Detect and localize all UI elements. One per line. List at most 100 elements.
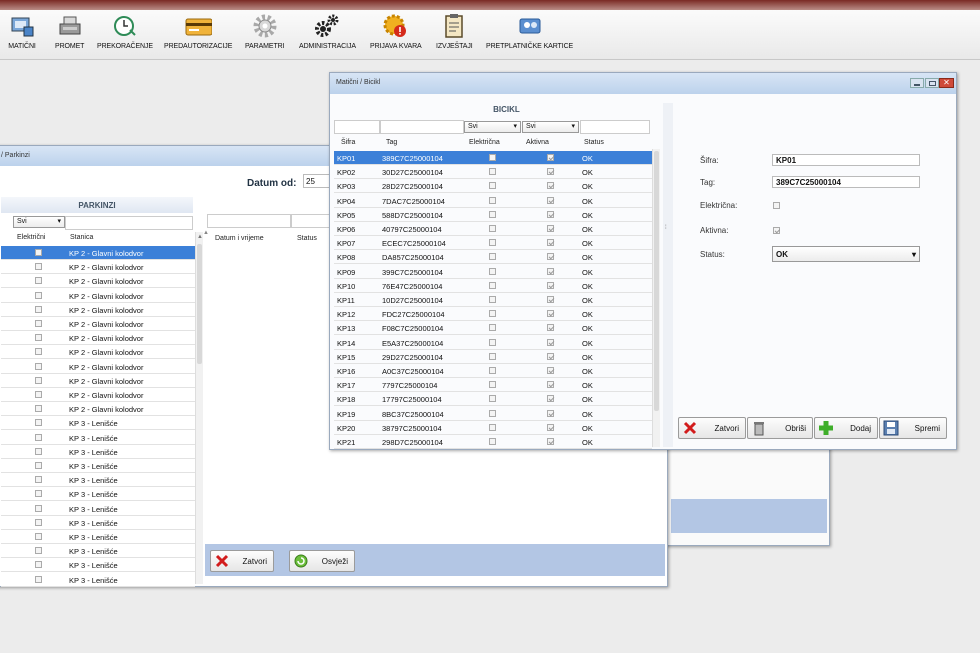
elektricni-checkbox[interactable]	[35, 547, 42, 555]
table-row[interactable]: KP 3 - Lenišće	[1, 431, 195, 445]
aktivna-checkbox[interactable]	[547, 409, 554, 417]
minimize-button[interactable]	[910, 78, 924, 88]
aktivna-checkbox[interactable]	[547, 210, 554, 218]
elektricna-checkbox[interactable]	[489, 324, 496, 332]
column-header-datum-vrijeme[interactable]: Datum i vrijeme	[215, 235, 264, 242]
aktivna-checkbox[interactable]	[547, 381, 554, 389]
elektricni-checkbox[interactable]	[35, 518, 42, 526]
aktivna-checkbox[interactable]	[547, 239, 554, 247]
elektricni-checkbox[interactable]	[35, 362, 42, 370]
elektricni-checkbox[interactable]	[35, 504, 42, 512]
elektricna-checkbox[interactable]	[489, 395, 496, 403]
elektricna-checkbox[interactable]	[489, 352, 496, 360]
table-row[interactable]: KP08 DA857C25000104 OK	[334, 250, 652, 265]
aktivna-checkbox[interactable]	[547, 395, 554, 403]
table-row[interactable]: KP 2 - Glavni kolodvor	[1, 246, 195, 260]
toolbar-prekoracenje[interactable]: PREKORAČENJE	[97, 13, 153, 50]
sifra-filter-input[interactable]	[334, 120, 380, 134]
toolbar-parametri[interactable]: PARAMETRI	[245, 13, 285, 50]
date-filter-input[interactable]	[207, 214, 291, 228]
table-row[interactable]: KP 3 - Lenišće	[1, 502, 195, 516]
table-row[interactable]: KP 3 - Lenišće	[1, 473, 195, 488]
elektricna-filter-select[interactable]: Svi ▾	[464, 121, 521, 133]
elektricni-checkbox[interactable]	[35, 391, 42, 398]
toolbar-promet[interactable]: PROMET	[55, 13, 84, 50]
column-header-tag[interactable]: Tag	[386, 139, 397, 146]
table-row[interactable]: KP 2 - Glavni kolodvor	[1, 388, 195, 402]
table-row[interactable]: KP12 FDC27C25000104 OK	[334, 307, 652, 322]
table-row[interactable]: KP 2 - Glavni kolodvor	[1, 317, 195, 331]
elektricna-checkbox[interactable]	[489, 168, 496, 176]
table-row[interactable]: KP 2 - Glavni kolodvor	[1, 303, 195, 317]
elektricna-checkbox[interactable]	[489, 182, 496, 190]
aktivna-checkbox[interactable]	[547, 324, 554, 332]
aktivna-checkbox[interactable]	[547, 281, 554, 289]
aktivna-filter-select[interactable]: Svi ▾	[522, 121, 579, 133]
table-row[interactable]: KP 3 - Lenišće	[1, 487, 195, 502]
aktivna-checkbox[interactable]	[547, 154, 554, 161]
aktivna-checkbox[interactable]	[547, 196, 554, 204]
table-row[interactable]: KP13 F08C7C25000104 OK	[334, 321, 652, 336]
table-row[interactable]: KP02 30D27C25000104 OK	[334, 165, 652, 180]
column-header-sifra[interactable]: Šifra	[341, 139, 355, 146]
table-row[interactable]: KP 3 - Lenišće	[1, 516, 195, 530]
toolbar-predautorizacije[interactable]: PREDAUTORIZACIJE	[164, 13, 232, 50]
elektricna-checkbox[interactable]	[489, 338, 496, 346]
table-row[interactable]: KP11 10D27C25000104 OK	[334, 293, 652, 307]
aktivna-checkbox[interactable]	[547, 438, 554, 445]
aktivna-checkbox[interactable]	[547, 296, 554, 303]
elektricna-checkbox[interactable]	[489, 310, 496, 318]
elektricni-checkbox[interactable]	[35, 433, 42, 441]
elektricna-checkbox[interactable]	[489, 409, 496, 417]
elektricna-checkbox[interactable]	[489, 423, 496, 431]
elektricni-checkbox[interactable]	[35, 348, 42, 356]
table-row[interactable]: KP 3 - Lenišće	[1, 573, 195, 587]
column-header-elektricna[interactable]: Električna	[469, 139, 500, 146]
aktivna-checkbox[interactable]	[547, 367, 554, 374]
elektricni-checkbox[interactable]	[35, 561, 42, 569]
elektricni-checkbox[interactable]	[35, 291, 42, 299]
splitter[interactable]: ⁞	[663, 103, 673, 447]
elektricni-checkbox[interactable]	[35, 490, 42, 498]
table-row[interactable]: KP 2 - Glavni kolodvor	[1, 402, 195, 417]
table-row[interactable]: KP 2 - Glavni kolodvor	[1, 360, 195, 374]
table-row[interactable]: KP 3 - Lenišće	[1, 544, 195, 559]
elektricna-checkbox[interactable]	[489, 267, 496, 275]
maximize-button[interactable]	[925, 78, 939, 88]
aktivna-checkbox[interactable]	[547, 338, 554, 346]
elektricni-checkbox[interactable]	[35, 263, 42, 271]
window-close-button[interactable]: ✕	[939, 78, 954, 88]
toolbar-administracija[interactable]: ADMINISTRACIJA	[299, 13, 356, 50]
table-row[interactable]: KP 2 - Glavni kolodvor	[1, 289, 195, 303]
elektricna-checkbox[interactable]	[489, 438, 496, 445]
elektricni-checkbox[interactable]	[35, 419, 42, 427]
toolbar-pretplatnicke-kartice[interactable]: PRETPLATNIČKE KARTICE	[486, 13, 573, 50]
table-row[interactable]: KP07 ECEC7C25000104 OK	[334, 236, 652, 251]
elektricna-checkbox[interactable]	[489, 239, 496, 247]
table-row[interactable]: KP19 8BC37C25000104 OK	[334, 407, 652, 421]
aktivna-checkbox[interactable]	[547, 267, 554, 275]
table-row[interactable]: KP16 A0C37C25000104 OK	[334, 364, 652, 378]
toolbar-maticni[interactable]: MATIČNI	[8, 13, 36, 50]
sifra-field[interactable]: KP01	[772, 154, 920, 166]
elektricna-checkbox[interactable]	[489, 154, 496, 161]
elektricni-checkbox[interactable]	[35, 305, 42, 313]
table-row[interactable]: KP 2 - Glavni kolodvor	[1, 331, 195, 346]
toolbar-izvjestaji[interactable]: IZVJEŠTAJI	[436, 13, 473, 50]
column-header-stanica[interactable]: Stanica	[70, 234, 93, 241]
table-row[interactable]: KP18 17797C25000104 OK	[334, 392, 652, 407]
elektricni-checkbox[interactable]	[35, 376, 42, 384]
table-row[interactable]: KP 2 - Glavni kolodvor	[1, 374, 195, 388]
column-header-status[interactable]: Status	[584, 139, 604, 146]
save-button[interactable]: Spremi	[879, 417, 947, 439]
refresh-button[interactable]: Osvježi	[289, 550, 355, 572]
table-row[interactable]: KP03 28D27C25000104 OK	[334, 179, 652, 194]
elektricna-checkbox[interactable]	[489, 381, 496, 389]
elektricni-checkbox[interactable]	[35, 405, 42, 413]
status-select[interactable]: OK ▾	[772, 246, 920, 262]
elektricni-checkbox[interactable]	[35, 249, 42, 256]
table-row[interactable]: KP15 29D27C25000104 OK	[334, 350, 652, 364]
table-row[interactable]: KP21 298D7C25000104 OK	[334, 435, 652, 449]
aktivna-checkbox[interactable]	[547, 253, 554, 261]
elektricna-checkbox[interactable]	[489, 296, 496, 303]
